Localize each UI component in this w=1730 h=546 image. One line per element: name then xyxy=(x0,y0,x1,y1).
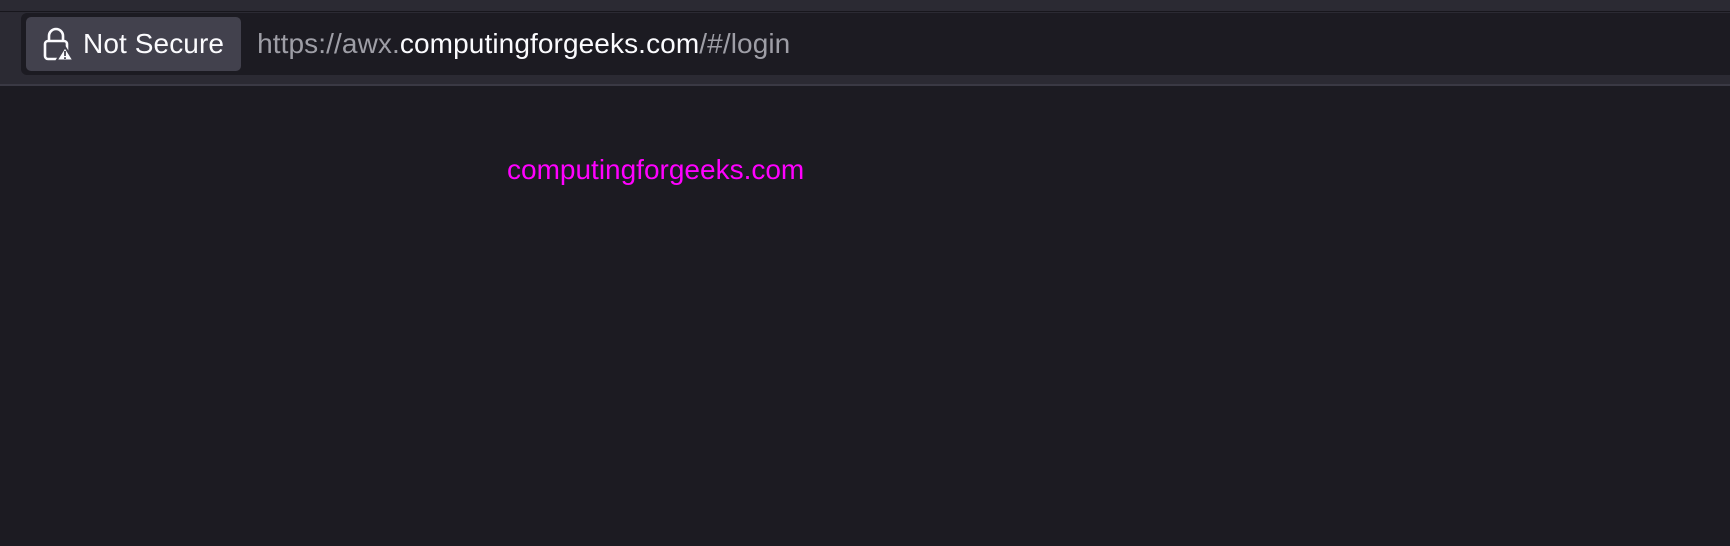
tab-strip xyxy=(0,0,1730,12)
url-host: computingforgeeks.com xyxy=(399,28,700,59)
address-bar[interactable]: Not Secure https://awx.computingforgeeks… xyxy=(21,13,1730,75)
url-subdomain: awx. xyxy=(341,28,400,59)
url-scheme: https:// xyxy=(257,28,342,59)
not-secure-label: Not Secure xyxy=(83,28,225,59)
browser-window: Not Secure https://awx.computingforgeeks… xyxy=(0,0,1730,546)
url-text[interactable]: https://awx.computingforgeeks.com/#/logi… xyxy=(257,28,790,60)
site-watermark: computingforgeeks.com xyxy=(507,154,805,185)
lock-warning-icon xyxy=(41,26,75,62)
site-security-button[interactable]: Not Secure xyxy=(26,17,242,71)
navigation-toolbar: Not Secure https://awx.computingforgeeks… xyxy=(0,12,1730,86)
url-path: /#/login xyxy=(699,28,791,59)
page-content: computingforgeeks.com xyxy=(0,86,1730,546)
